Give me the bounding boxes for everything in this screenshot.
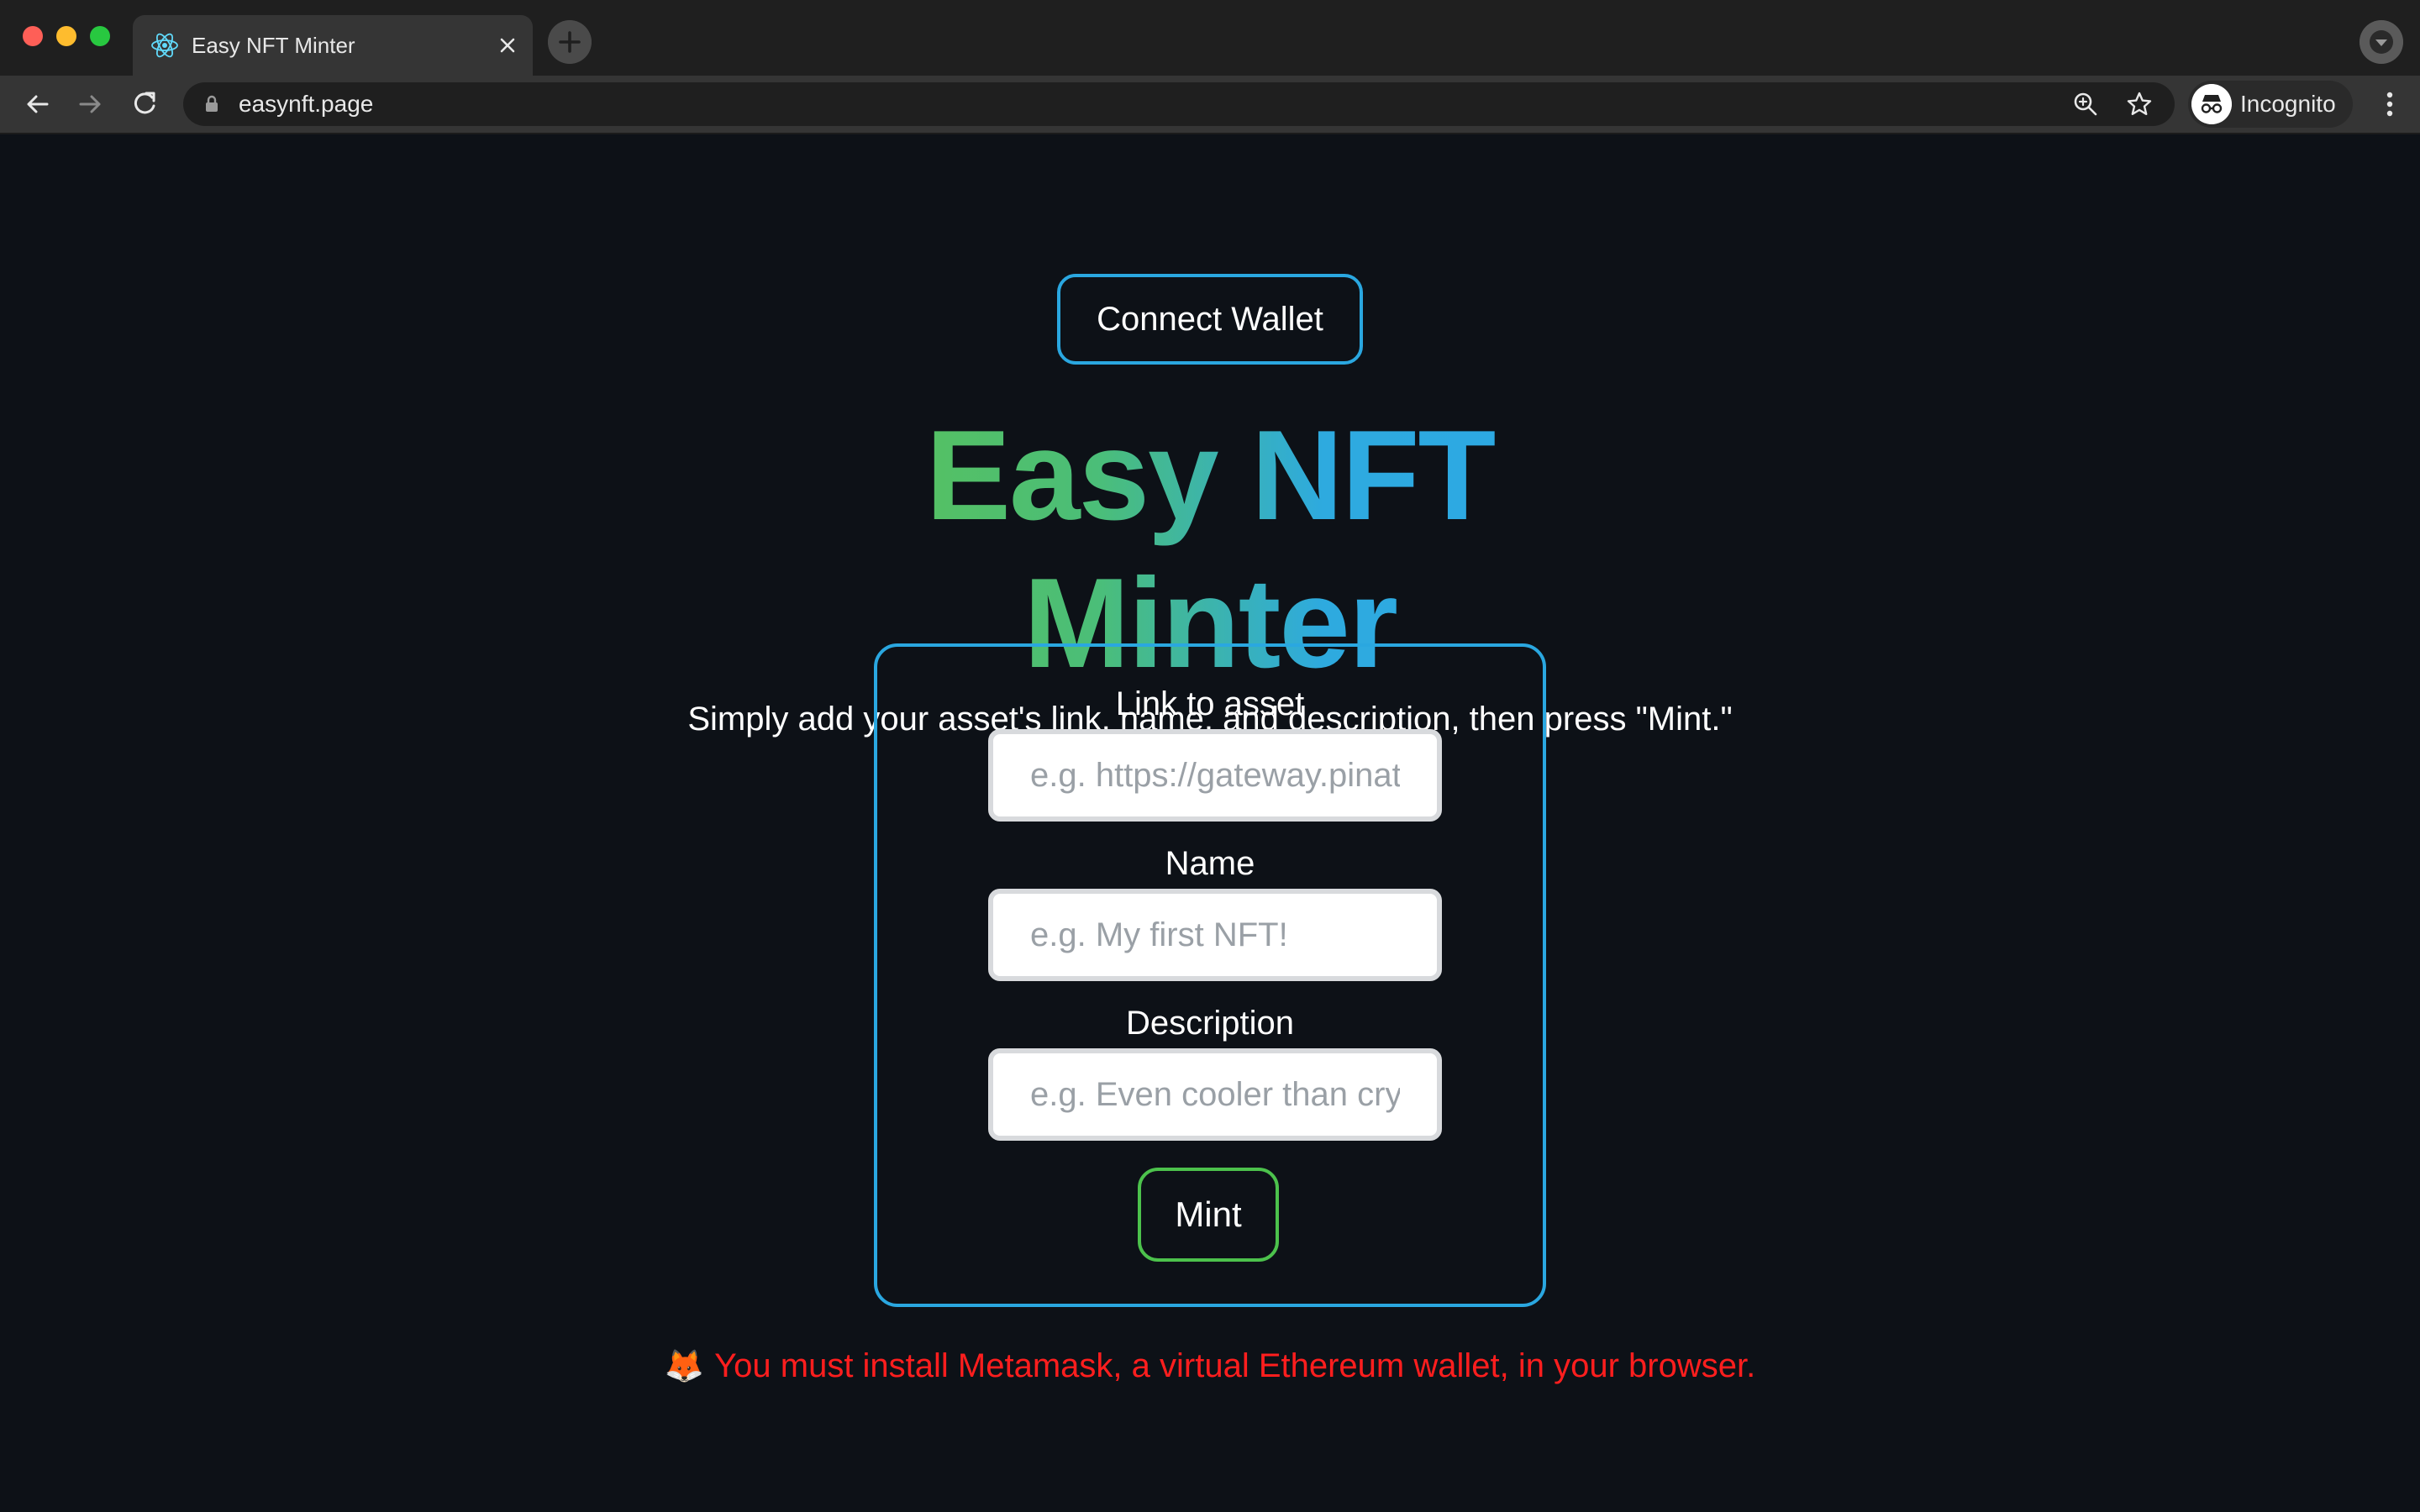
- react-logo-icon: [151, 33, 178, 58]
- description-field-label: Description: [1125, 1005, 1295, 1042]
- browser-toolbar: easynft.page Incognito: [0, 76, 2420, 134]
- description-input[interactable]: [988, 1048, 1442, 1141]
- close-tab-icon[interactable]: [494, 32, 521, 59]
- url-text: easynft.page: [239, 91, 374, 117]
- status-message: 🦊 You must install Metamask, a virtual Et…: [0, 1344, 2420, 1389]
- tab-search-dropdown-icon[interactable]: [2360, 20, 2403, 64]
- page-content: Connect Wallet Easy NFT Minter Simply ad…: [0, 134, 2420, 1512]
- back-arrow-icon[interactable]: [18, 86, 55, 123]
- status-text: You must install Metamask, a virtual Eth…: [714, 1347, 1756, 1384]
- fox-icon: 🦊: [664, 1349, 705, 1384]
- link-to-asset-input[interactable]: [988, 729, 1442, 822]
- window-zoom-button[interactable]: [90, 26, 110, 46]
- bookmark-star-icon[interactable]: [2124, 89, 2154, 119]
- mint-button[interactable]: Mint: [1138, 1168, 1279, 1262]
- link-field-label: Link to asset: [1115, 685, 1305, 722]
- browser-tabbar: Easy NFT Minter: [0, 0, 2420, 76]
- window-minimize-button[interactable]: [56, 26, 76, 46]
- forward-arrow-icon[interactable]: [72, 86, 109, 123]
- incognito-icon: [2191, 84, 2232, 124]
- lock-icon: [206, 95, 218, 112]
- incognito-profile-button[interactable]: Incognito: [2188, 81, 2353, 128]
- mint-form: Link to asset Name Description Mint: [874, 643, 1546, 1307]
- connect-wallet-button[interactable]: Connect Wallet: [1057, 274, 1363, 365]
- window-close-button[interactable]: [23, 26, 43, 46]
- incognito-label: Incognito: [2240, 91, 2336, 117]
- zoom-icon[interactable]: [2070, 89, 2101, 119]
- tab-title: Easy NFT Minter: [192, 33, 355, 58]
- browser-tab-active[interactable]: Easy NFT Minter: [133, 15, 533, 76]
- new-tab-button[interactable]: [548, 20, 592, 64]
- address-bar[interactable]: easynft.page: [183, 82, 2175, 126]
- name-input[interactable]: [988, 889, 1442, 981]
- name-field-label: Name: [1165, 845, 1255, 882]
- reload-icon[interactable]: [126, 86, 163, 123]
- more-menu-icon[interactable]: [2371, 86, 2408, 123]
